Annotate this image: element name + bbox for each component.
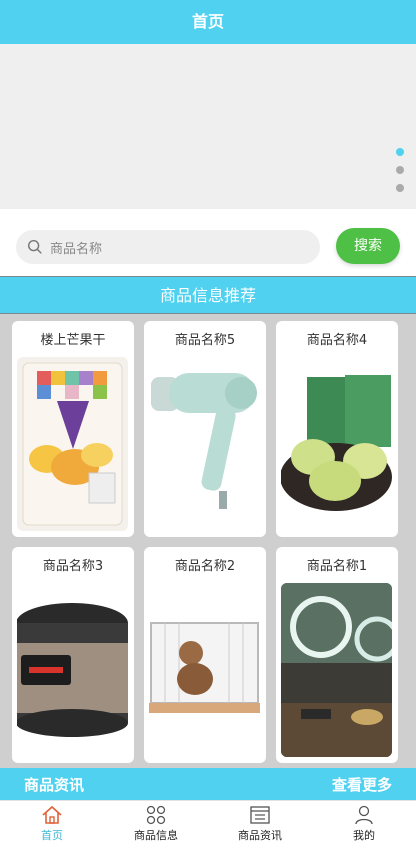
page-header: 首页 <box>0 0 416 44</box>
view-more-link[interactable]: 查看更多 <box>332 774 392 795</box>
product-name: 楼上芒果干 <box>40 333 106 348</box>
search-icon <box>27 239 42 254</box>
product-name: 商品名称1 <box>306 559 368 574</box>
home-icon <box>42 805 62 824</box>
news-icon <box>250 806 270 824</box>
tab-label: 商品信息 <box>134 829 178 842</box>
dog-cage-image <box>149 583 260 757</box>
tab-mine[interactable]: 我的 <box>312 805 416 849</box>
search-placeholder: 商品名称 <box>50 241 103 257</box>
product-image <box>17 583 128 757</box>
tab-label: 首页 <box>41 829 63 842</box>
search-button[interactable]: 搜索 <box>336 228 400 264</box>
product-grid: 楼上芒果干 商品名称5 商品名称4 商品名称3 商品名称2 商品名称1 <box>0 314 416 768</box>
product-image <box>149 583 260 757</box>
grid-icon <box>146 805 166 825</box>
carousel-dot-1[interactable] <box>396 148 404 156</box>
banner-carousel[interactable] <box>0 44 416 209</box>
product-name: 商品名称4 <box>306 333 368 348</box>
tab-home[interactable]: 首页 <box>0 805 104 849</box>
user-icon <box>355 805 373 825</box>
product-image <box>281 583 392 757</box>
page-title: 首页 <box>191 12 224 31</box>
product-card[interactable]: 商品名称1 <box>276 547 398 763</box>
product-card[interactable]: 商品名称5 <box>144 321 266 537</box>
search-input[interactable]: 商品名称 <box>16 230 320 264</box>
section-title: 商品信息推荐 <box>0 276 416 314</box>
tab-label: 我的 <box>353 829 375 842</box>
carousel-dot-2[interactable] <box>396 166 404 174</box>
product-image <box>17 357 128 531</box>
product-image <box>149 357 260 531</box>
carousel-indicators <box>396 148 406 202</box>
product-name: 商品名称2 <box>174 559 236 574</box>
news-title: 商品资讯 <box>24 776 85 794</box>
product-card[interactable]: 商品名称2 <box>144 547 266 763</box>
product-name: 商品名称3 <box>42 559 104 574</box>
tab-product-news[interactable]: 商品资讯 <box>208 805 312 849</box>
carousel-dot-3[interactable] <box>396 184 404 192</box>
ring-light-image <box>281 583 392 757</box>
news-section-header: 商品资讯 查看更多 <box>0 768 416 802</box>
hair-dryer-image <box>149 357 260 531</box>
pastries-image <box>281 357 392 531</box>
product-name: 商品名称5 <box>174 333 236 348</box>
search-bar: 商品名称 搜索 <box>0 218 416 274</box>
tab-label: 商品资讯 <box>238 829 282 842</box>
product-image <box>281 357 392 531</box>
product-card[interactable]: 商品名称4 <box>276 321 398 537</box>
rice-cooker-image <box>17 583 128 757</box>
product-card[interactable]: 商品名称3 <box>12 547 134 763</box>
mango-package-image <box>17 357 128 531</box>
product-card[interactable]: 楼上芒果干 <box>12 321 134 537</box>
tab-product-info[interactable]: 商品信息 <box>104 805 208 849</box>
bottom-tab-bar: 首页 商品信息 商品资讯 我的 <box>0 800 416 849</box>
